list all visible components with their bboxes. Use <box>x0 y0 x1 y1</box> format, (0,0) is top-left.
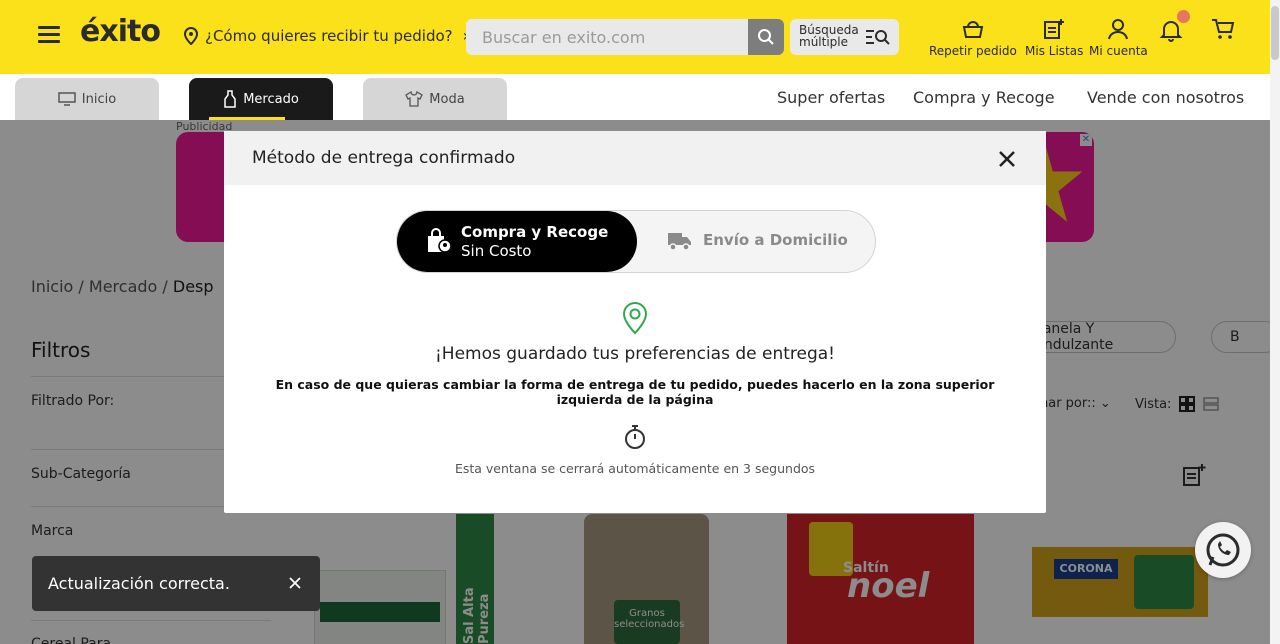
tab-inicio-label: Inicio <box>81 91 117 107</box>
scrollbar-thumb[interactable] <box>1271 6 1279 60</box>
category-tabs-bar: Inicio Mercado Moda Super ofertas Compra… <box>0 74 1280 120</box>
my-lists-label: Mis Listas <box>1025 44 1084 58</box>
location-pin-icon <box>183 26 199 45</box>
search-icon <box>758 29 774 45</box>
my-account-label: Mi cuenta <box>1089 44 1148 58</box>
success-toast: Actualización correcta. <box>32 556 320 611</box>
confirmation-headline: ¡Hemos guardado tus preferencias de entr… <box>434 344 835 364</box>
location-pin-icon <box>622 301 648 335</box>
nav-super-ofertas[interactable]: Super ofertas <box>777 88 885 107</box>
cart-icon <box>1212 19 1235 39</box>
location-prompt: ¿Cómo quieres recibir tu pedido? <box>205 26 453 45</box>
notifications-button[interactable] <box>1159 10 1190 46</box>
delivery-method-modal: Método de entrega confirmado Compra y Re… <box>224 131 1046 513</box>
whatsapp-icon <box>1206 533 1240 567</box>
list-add-icon <box>1044 19 1065 39</box>
notification-dot <box>1177 10 1190 23</box>
my-lists-button[interactable]: Mis Listas <box>1025 18 1083 58</box>
stopwatch-icon <box>625 425 645 449</box>
close-icon[interactable] <box>996 148 1018 170</box>
multi-search-button[interactable]: Búsqueda múltiple <box>790 19 899 55</box>
multi-search-line2: múltiple <box>799 35 849 49</box>
basket-repeat-icon <box>962 21 984 38</box>
nav-compra-y-recoge[interactable]: Compra y Recoge <box>913 88 1055 107</box>
whatsapp-button[interactable] <box>1195 522 1251 578</box>
shirt-icon <box>405 91 424 107</box>
truck-icon <box>668 233 691 251</box>
delivery-location-selector[interactable]: ¿Cómo quieres recibir tu pedido? › <box>183 26 469 45</box>
confirmation-description: En caso de que quieras cambiar la forma … <box>275 377 995 407</box>
menu-icon[interactable] <box>38 26 60 44</box>
option-envio-a-domicilio[interactable]: Envío a Domicilio <box>667 229 848 251</box>
search-bar <box>466 19 784 55</box>
my-account-button[interactable]: Mi cuenta <box>1089 18 1148 58</box>
tab-moda[interactable]: Moda <box>363 78 507 120</box>
bottle-icon <box>224 90 236 108</box>
tab-mercado[interactable]: Mercado <box>189 78 333 120</box>
delivery-method-toggle: Compra y Recoge Sin Costo Envío a Domici… <box>396 210 876 273</box>
cart-button[interactable] <box>1211 18 1235 44</box>
tab-mercado-label: Mercado <box>243 91 299 107</box>
close-icon[interactable] <box>289 577 301 589</box>
option-inactive-label: Envío a Domicilio <box>703 231 848 249</box>
option-active-title: Compra y Recoge <box>461 223 609 241</box>
repeat-order-button[interactable]: Repetir pedido <box>929 18 1017 58</box>
scrollbar-track[interactable] <box>1270 0 1280 644</box>
exito-logo[interactable]: éxito <box>80 14 161 49</box>
site-header: éxito ¿Cómo quieres recibir tu pedido? ›… <box>0 0 1280 74</box>
modal-header: Método de entrega confirmado <box>224 131 1046 185</box>
search-input[interactable] <box>466 19 749 55</box>
tab-inicio[interactable]: Inicio <box>15 78 159 120</box>
option-active-subtitle: Sin Costo <box>461 242 532 260</box>
nav-vende-con-nosotros[interactable]: Vende con nosotros <box>1087 88 1244 107</box>
toast-message: Actualización correcta. <box>48 574 230 593</box>
repeat-order-label: Repetir pedido <box>929 44 1017 58</box>
user-icon <box>1108 19 1129 40</box>
multi-search-icon <box>866 30 890 45</box>
search-button[interactable] <box>748 19 784 55</box>
option-compra-y-recoge[interactable]: Compra y Recoge Sin Costo <box>397 211 637 272</box>
monitor-icon <box>58 92 76 106</box>
tab-moda-label: Moda <box>429 91 465 107</box>
auto-close-notice: Esta ventana se cerrará automáticamente … <box>454 461 816 476</box>
modal-title: Método de entrega confirmado <box>252 148 516 168</box>
bag-location-icon <box>428 228 452 253</box>
